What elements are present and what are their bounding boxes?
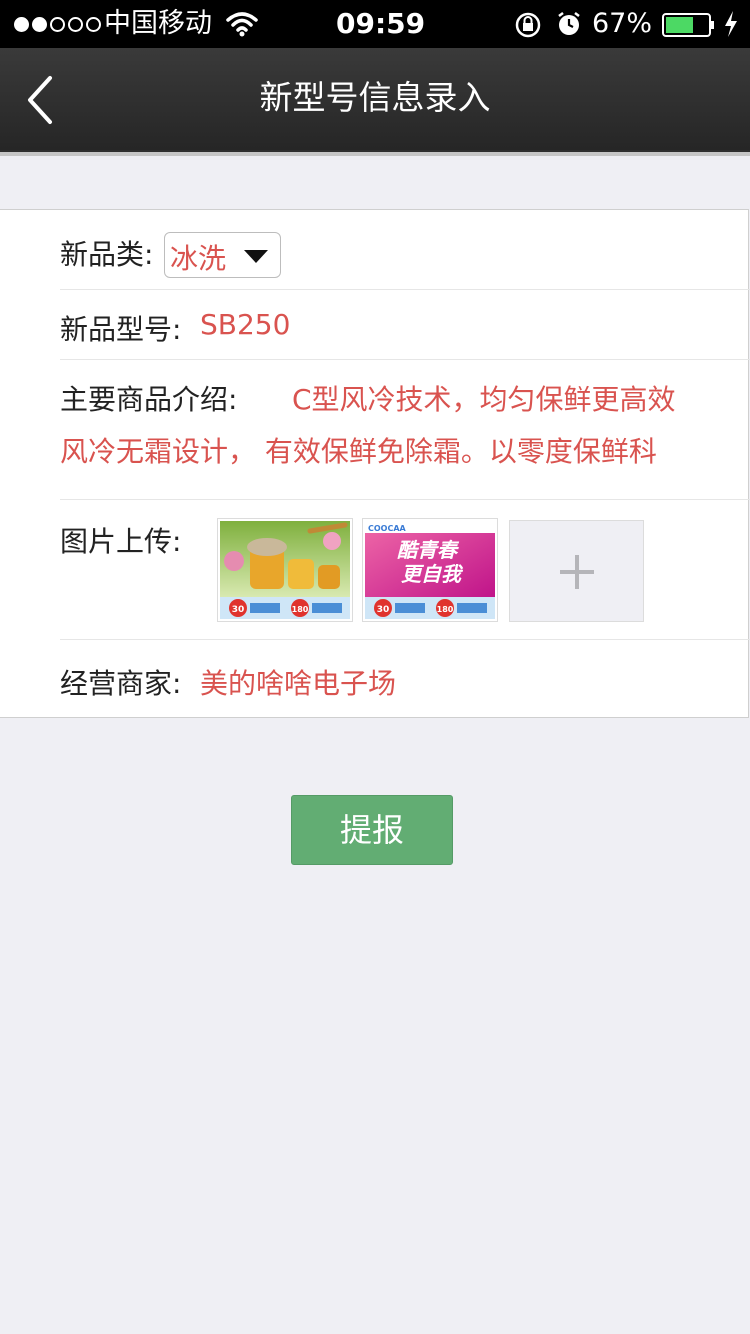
- uploaded-image-2[interactable]: COOCAA 酷青春 更自我 30 180: [362, 518, 498, 622]
- merchant-label: 经营商家:: [60, 667, 182, 700]
- product-photo-honey: 30 180: [220, 521, 350, 619]
- image-upload-row: 图片上传: 30 180 COOCAA 酷青春 更自我 30 180: [60, 500, 750, 640]
- status-bar: 中国移动 09:59 67%: [0, 0, 750, 48]
- battery-percent: 67%: [592, 8, 653, 39]
- product-form: 新品类: 冰洗 新品型号: SB250 主要商品介绍: C型风冷技术，均匀保鲜更…: [0, 209, 750, 718]
- thumb2-badge-left: 30: [377, 605, 390, 615]
- category-selected-value: 冰洗: [170, 242, 227, 275]
- alarm-icon: [558, 12, 580, 35]
- intro-row: 主要商品介绍: C型风冷技术，均匀保鲜更高效 风冷无霜设计， 有效保鲜免除霜。以…: [60, 360, 750, 500]
- page-title: 新型号信息录入: [259, 78, 491, 117]
- signal-strength-icon: [14, 0, 104, 48]
- intro-text-line-1[interactable]: C型风冷技术，均匀保鲜更高效: [292, 378, 676, 418]
- category-select[interactable]: 冰洗: [164, 232, 281, 278]
- submit-button[interactable]: 提报: [291, 795, 453, 865]
- intro-text-line-2[interactable]: 风冷无霜设计， 有效保鲜免除霜。以零度保鲜科: [60, 430, 657, 470]
- battery-icon: [662, 13, 714, 37]
- thumb2-headline-2: 更自我: [401, 562, 464, 586]
- thumb2-brand: COOCAA: [368, 524, 407, 533]
- image-upload-label: 图片上传:: [60, 525, 182, 558]
- model-label: 新品型号:: [60, 313, 182, 346]
- add-image-button[interactable]: [509, 520, 644, 622]
- wifi-icon: [226, 12, 258, 37]
- charging-icon: [725, 11, 737, 37]
- clock-time: 09:59: [336, 7, 426, 40]
- navigation-bar: 新型号信息录入: [0, 48, 750, 152]
- thumb1-badge-right: 180: [292, 605, 309, 614]
- dropdown-caret-icon: [244, 250, 268, 263]
- thumb1-badge-left: 30: [232, 605, 245, 615]
- model-value[interactable]: SB250: [200, 308, 290, 341]
- merchant-value[interactable]: 美的啥啥电子场: [200, 662, 396, 702]
- uploaded-image-1[interactable]: 30 180: [217, 518, 353, 622]
- thumb2-badge-right: 180: [437, 605, 454, 614]
- intro-label: 主要商品介绍:: [60, 383, 238, 416]
- carrier-name: 中国移动: [104, 8, 212, 39]
- category-row: 新品类: 冰洗: [60, 210, 750, 290]
- plus-icon: [560, 555, 594, 589]
- category-label: 新品类:: [60, 238, 154, 271]
- merchant-row: 经营商家: 美的啥啥电子场: [60, 640, 750, 718]
- model-row: 新品型号: SB250: [60, 290, 750, 360]
- thumb2-headline-1: 酷青春: [397, 538, 460, 562]
- nav-shadow: [0, 152, 750, 156]
- rotation-lock-icon: [515, 12, 541, 38]
- product-photo-tv: COOCAA 酷青春 更自我 30 180: [365, 521, 495, 619]
